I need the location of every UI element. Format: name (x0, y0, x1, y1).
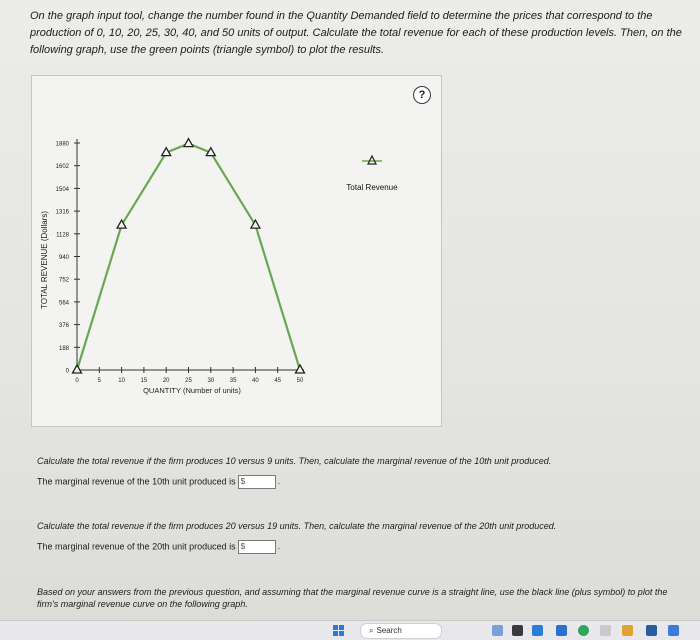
y-axis-label: TOTAL REVENUE (Dollars) (40, 211, 49, 309)
taskbar-app-icon[interactable] (532, 625, 543, 636)
y-tick-label: 564 (59, 300, 70, 306)
marginal-revenue-10th-input[interactable]: $ (237, 475, 276, 489)
answer-row-10th: The marginal revenue of the 10th unit pr… (37, 475, 280, 489)
answer-label-20th: The marginal revenue of the 20th unit pr… (37, 541, 236, 552)
taskbar-app-icon[interactable] (512, 625, 523, 636)
question-10th-unit: Calculate the total revenue if the firm … (37, 456, 552, 466)
taskbar-app-icon[interactable] (668, 625, 679, 636)
taskbar-app-icon[interactable] (578, 625, 589, 636)
search-icon: ⌕ (369, 626, 374, 635)
taskbar-search[interactable]: ⌕ Search (360, 623, 442, 639)
question-20th-unit: Calculate the total revenue if the firm … (37, 521, 557, 531)
total-revenue-line (75, 142, 302, 371)
y-tick-label: 1602 (56, 164, 70, 170)
x-tick-label: 25 (185, 378, 192, 384)
y-tick-label: 940 (59, 255, 70, 261)
x-tick-label: 10 (118, 378, 125, 384)
x-tick-label: 45 (274, 378, 281, 384)
legend-triangle-marker (367, 154, 377, 165)
x-tick-label: 0 (75, 378, 79, 384)
y-tick-label: 1504 (56, 187, 70, 193)
windows-start-icon[interactable] (333, 625, 345, 637)
taskbar-app-icon[interactable] (492, 625, 503, 636)
taskbar-app-icon[interactable] (556, 625, 567, 636)
y-tick-label: 0 (66, 369, 70, 375)
answer-label-10th: The marginal revenue of the 10th unit pr… (37, 476, 236, 487)
taskbar-app-icon[interactable] (600, 625, 611, 636)
taskbar-app-icon[interactable] (646, 625, 657, 636)
y-tick-label: 188 (59, 346, 70, 352)
x-tick-label: 15 (141, 378, 148, 384)
x-tick-label: 50 (297, 378, 304, 384)
y-tick-label: 752 (59, 278, 70, 284)
x-tick-label: 40 (252, 378, 259, 384)
question-marginal-revenue-curve: Based on your answers from the previous … (37, 587, 668, 609)
total-revenue-point[interactable] (182, 137, 195, 148)
x-tick-label: 5 (98, 378, 102, 384)
legend-label: Total Revenue (346, 183, 398, 192)
taskbar: ⌕ Search (0, 620, 700, 640)
y-tick-label: 376 (59, 323, 70, 329)
y-tick-label: 1880 (56, 142, 70, 148)
total-revenue-point[interactable] (71, 363, 83, 374)
legend[interactable]: Total Revenue (346, 154, 398, 192)
x-tick-label: 20 (163, 378, 170, 384)
page: On the graph input tool, change the numb… (0, 0, 700, 620)
y-tick-label: 1128 (56, 232, 70, 238)
marginal-revenue-20th-input[interactable]: $ (237, 540, 276, 554)
answer-row-20th: The marginal revenue of the 20th unit pr… (37, 540, 280, 554)
taskbar-app-icon[interactable] (622, 625, 633, 636)
x-axis-label: QUANTITY (Number of units) (143, 386, 241, 395)
x-tick-label: 30 (207, 378, 214, 384)
y-tick-label: 1316 (56, 210, 70, 216)
total-revenue-point[interactable] (294, 363, 306, 374)
x-tick-label: 35 (230, 378, 237, 384)
